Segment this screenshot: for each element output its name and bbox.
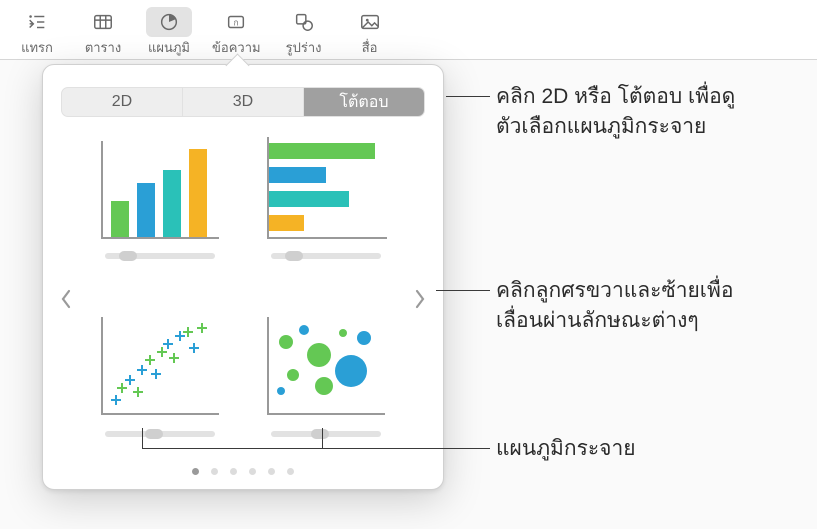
insert-indent-icon <box>14 7 60 37</box>
page-dot[interactable] <box>249 468 256 475</box>
bar-chart-scrubber[interactable] <box>271 249 381 263</box>
next-style-arrow[interactable] <box>409 281 431 317</box>
column-chart-scrubber[interactable] <box>105 249 215 263</box>
tab-2d[interactable]: 2D <box>62 88 183 116</box>
bar-chart-option[interactable] <box>257 133 395 287</box>
bubble-chart-option[interactable] <box>257 311 395 465</box>
callout-text: แผนภูมิกระจาย <box>496 434 636 464</box>
callout-text: ตัวเลือกแผนภูมิกระจาย <box>496 112 735 142</box>
toolbar-shape[interactable]: รูปร่าง <box>271 4 337 59</box>
toolbar-text[interactable]: ก ข้อความ <box>202 4 271 59</box>
callout-tabs: คลิก 2D หรือ โต้ตอบ เพื่อดู ตัวเลือกแผนภ… <box>496 82 735 143</box>
media-icon <box>347 7 393 37</box>
toolbar-media[interactable]: สื่อ <box>337 4 403 59</box>
svg-text:ก: ก <box>234 19 239 28</box>
bubble-chart-thumb <box>261 311 391 421</box>
callout-arrows: คลิกลูกศรขวาและซ้ายเพื่อ เลื่อนผ่านลักษณ… <box>496 276 733 337</box>
scatter-chart-scrubber[interactable] <box>105 427 215 441</box>
page-dot[interactable] <box>268 468 275 475</box>
callout-scatter: แผนภูมิกระจาย <box>496 434 636 464</box>
page-dot[interactable] <box>192 468 199 475</box>
callout-text: คลิก 2D หรือ โต้ตอบ เพื่อดู <box>496 82 735 112</box>
toolbar-table[interactable]: ตาราง <box>70 4 136 59</box>
column-chart-option[interactable] <box>91 133 229 287</box>
chart-options-area <box>61 133 425 464</box>
toolbar-insert[interactable]: แทรก <box>4 4 70 59</box>
column-chart-thumb <box>95 133 225 243</box>
toolbar-media-label: สื่อ <box>362 37 378 58</box>
chart-pie-icon <box>146 7 192 37</box>
table-icon <box>80 7 126 37</box>
chevron-left-icon <box>60 289 72 309</box>
scatter-chart-thumb <box>95 311 225 421</box>
toolbar-shape-label: รูปร่าง <box>286 37 322 58</box>
callout-text: คลิกลูกศรขวาและซ้ายเพื่อ <box>496 276 733 306</box>
bubble-chart-scrubber[interactable] <box>271 427 381 441</box>
app-toolbar: แทรก ตาราง แผนภูมิ ก ข้อ <box>0 0 817 60</box>
chart-mode-tabs: 2D 3D โต้ตอบ <box>61 87 425 117</box>
chart-picker-popover: 2D 3D โต้ตอบ <box>42 64 444 490</box>
tab-interactive[interactable]: โต้ตอบ <box>304 88 424 116</box>
page-dot[interactable] <box>287 468 294 475</box>
toolbar-chart[interactable]: แผนภูมิ <box>136 4 202 59</box>
prev-style-arrow[interactable] <box>55 281 77 317</box>
toolbar-chart-label: แผนภูมิ <box>148 37 190 58</box>
toolbar-insert-label: แทรก <box>21 37 53 58</box>
text-box-icon: ก <box>213 7 259 37</box>
chevron-right-icon <box>414 289 426 309</box>
toolbar-table-label: ตาราง <box>85 37 121 58</box>
scatter-chart-option[interactable] <box>91 311 229 465</box>
page-indicator <box>61 468 425 475</box>
tab-3d[interactable]: 3D <box>183 88 304 116</box>
page-dot[interactable] <box>230 468 237 475</box>
shape-icon <box>281 7 327 37</box>
bar-chart-thumb <box>261 133 391 243</box>
page-dot[interactable] <box>211 468 218 475</box>
chart-grid <box>91 133 395 464</box>
callout-text: เลื่อนผ่านลักษณะต่างๆ <box>496 306 733 336</box>
